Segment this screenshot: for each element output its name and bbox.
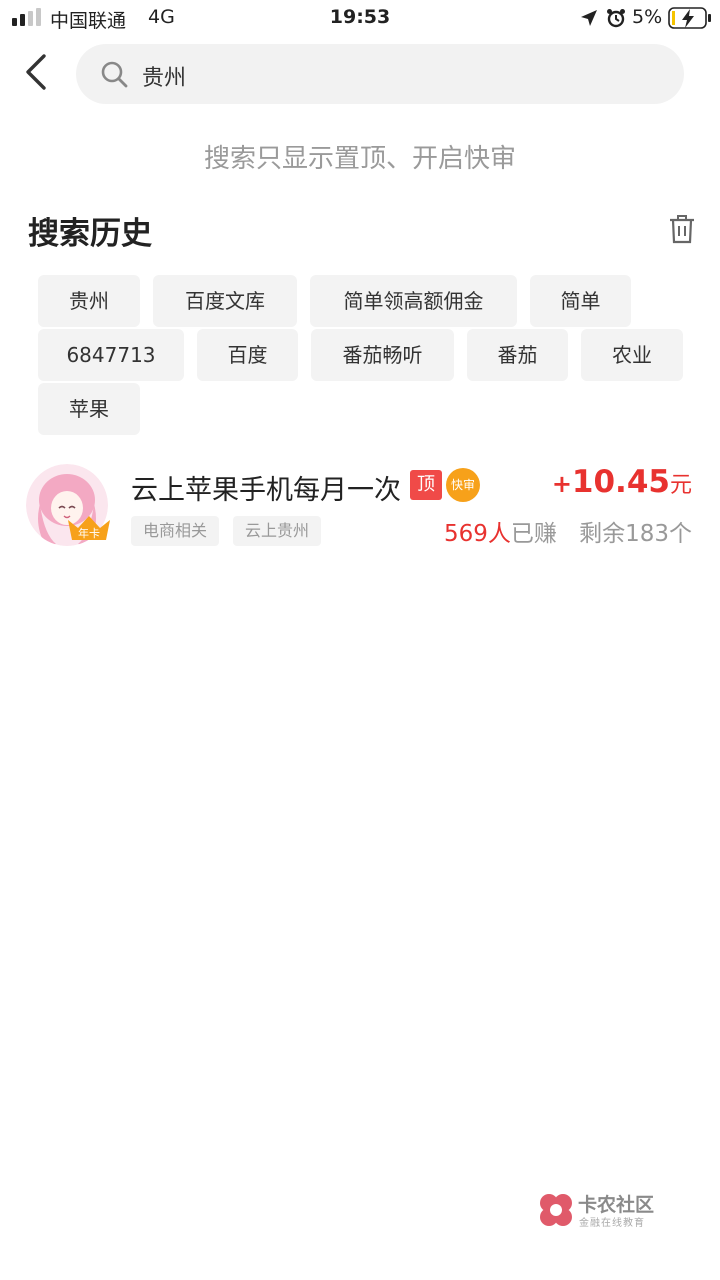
reward-amount: +10.45元 [552, 464, 692, 500]
reward-plus: + [551, 470, 572, 498]
search-query[interactable]: 贵州 [142, 60, 186, 92]
history-tag[interactable]: 农业 [581, 329, 683, 381]
battery-percentage: 5% [632, 6, 663, 28]
history-tag[interactable]: 简单 [530, 275, 631, 327]
trash-icon[interactable] [668, 214, 696, 244]
search-input[interactable]: 贵州 [76, 44, 684, 104]
history-tag[interactable]: 番茄 [467, 329, 568, 381]
history-tag[interactable]: 简单领高额佣金 [310, 275, 517, 327]
category-tag: 电商相关 [131, 516, 219, 546]
history-tag[interactable]: 6847713 [38, 329, 184, 381]
search-history-title: 搜索历史 [28, 216, 152, 252]
search-icon [101, 61, 128, 88]
search-page: 中国联通 4G 19:53 5% 贵州 搜索只显示置顶、开启快审 搜索历史 贵州… [0, 0, 720, 1280]
year-card-badge: 年卡 [68, 516, 110, 540]
alarm-clock-icon [607, 9, 625, 28]
status-bar: 中国联通 4G 19:53 5% [0, 0, 720, 36]
back-button[interactable] [14, 48, 58, 96]
watermark: 卡农社区 金融在线教育 [538, 1190, 668, 1234]
reward-unit: 元 [669, 473, 692, 498]
battery-charging-icon [668, 7, 711, 29]
history-tag[interactable]: 百度 [197, 329, 298, 381]
search-hint: 搜索只显示置顶、开启快审 [203, 144, 516, 174]
earned-number: 569人 [444, 521, 511, 547]
earned-suffix: 已赚 [510, 521, 557, 547]
category-tag: 云上贵州 [233, 516, 321, 546]
history-tag[interactable]: 苹果 [38, 383, 140, 435]
history-tag[interactable]: 贵州 [38, 275, 140, 327]
history-tag[interactable]: 番茄畅听 [311, 329, 454, 381]
history-tag[interactable]: 百度文库 [153, 275, 297, 327]
remaining-count: 剩余183个 [579, 521, 692, 547]
kanong-logo-icon [540, 1194, 572, 1226]
watermark-subtitle: 金融在线教育 [579, 1218, 645, 1229]
watermark-name: 卡农社区 [578, 1194, 655, 1216]
task-title: 云上苹果手机每月一次 [131, 475, 401, 506]
task-list-item[interactable]: 年卡 云上苹果手机每月一次 顶 快审 +10.45元 电商相关 云上贵州 569… [0, 458, 720, 554]
earned-count: 569人已赚 [444, 514, 557, 548]
location-arrow-icon [581, 10, 597, 26]
year-card-label: 年卡 [78, 526, 100, 540]
reward-value: 10.45 [571, 464, 670, 500]
pinned-badge: 顶 [410, 470, 442, 500]
fast-review-badge: 快审 [446, 468, 480, 502]
